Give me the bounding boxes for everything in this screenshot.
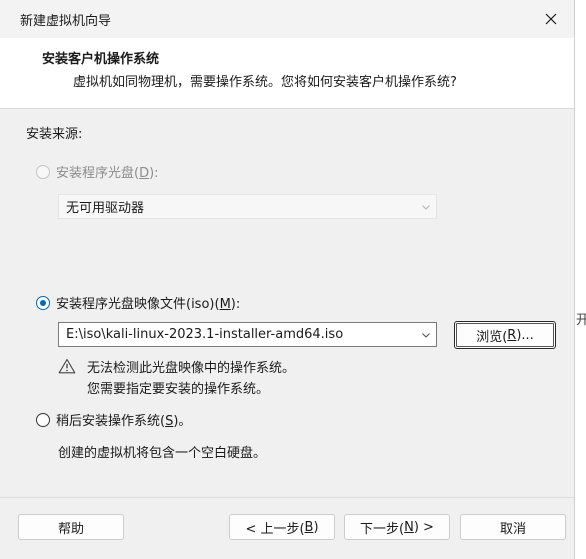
new-vm-wizard-dialog: 新建虚拟机向导 安装客户机操作系统 虚拟机如同物理机，需要操作系统。您将如何安装… xyxy=(0,0,575,559)
iso-path-value: E:\iso\kali-linux-2023.1-installer-amd64… xyxy=(66,327,344,342)
window-title: 新建虚拟机向导 xyxy=(20,14,112,29)
disc-drive-value: 无可用驱动器 xyxy=(66,201,145,216)
iso-option-label: 安装程序光盘映像文件(iso)(M): xyxy=(56,297,241,312)
next-button[interactable]: 下一步(N) > xyxy=(344,514,450,540)
wizard-header: 安装客户机操作系统 虚拟机如同物理机，需要操作系统。您将如何安装客户机操作系统? xyxy=(0,38,574,109)
page-title: 安装客户机操作系统 xyxy=(42,52,160,67)
disc-drive-select[interactable]: 无可用驱动器 xyxy=(58,194,437,219)
page-description: 虚拟机如同物理机，需要操作系统。您将如何安装客户机操作系统? xyxy=(73,75,457,90)
later-option-row[interactable]: 稍后安装操作系统(S)。 xyxy=(36,410,191,429)
disc-option-row[interactable]: 安装程序光盘(D): xyxy=(36,162,159,181)
later-option-description: 创建的虚拟机将包含一个空白硬盘。 xyxy=(58,446,267,461)
chevron-down-icon xyxy=(422,332,430,338)
iso-option-row[interactable]: 安装程序光盘映像文件(iso)(M): xyxy=(36,293,240,312)
background-window-fragment: 开 xyxy=(576,313,586,328)
close-icon xyxy=(545,13,557,25)
back-button[interactable]: < 上一步(B) xyxy=(229,514,335,540)
later-option-label: 稍后安装操作系统(S)。 xyxy=(56,414,192,429)
disc-option-label: 安装程序光盘(D): xyxy=(56,166,159,181)
warning-text-line2: 您需要指定要安装的操作系统。 xyxy=(87,382,270,397)
disc-option-radio[interactable] xyxy=(36,164,50,179)
later-option-radio[interactable] xyxy=(36,412,50,427)
browse-button[interactable]: 浏览(R)... xyxy=(454,321,556,349)
warning-text-line1: 无法检测此光盘映像中的操作系统。 xyxy=(87,361,296,376)
cancel-button[interactable]: 取消 xyxy=(460,514,566,540)
install-source-label: 安装来源: xyxy=(26,127,83,142)
close-button[interactable] xyxy=(528,0,574,38)
title-bar: 新建虚拟机向导 xyxy=(0,0,574,38)
chevron-down-icon xyxy=(422,204,430,210)
warning-icon xyxy=(58,358,76,374)
iso-option-radio[interactable] xyxy=(36,295,50,310)
footer-divider xyxy=(0,497,574,498)
help-button[interactable]: 帮助 xyxy=(18,514,124,540)
iso-path-select[interactable]: E:\iso\kali-linux-2023.1-installer-amd64… xyxy=(58,322,437,347)
